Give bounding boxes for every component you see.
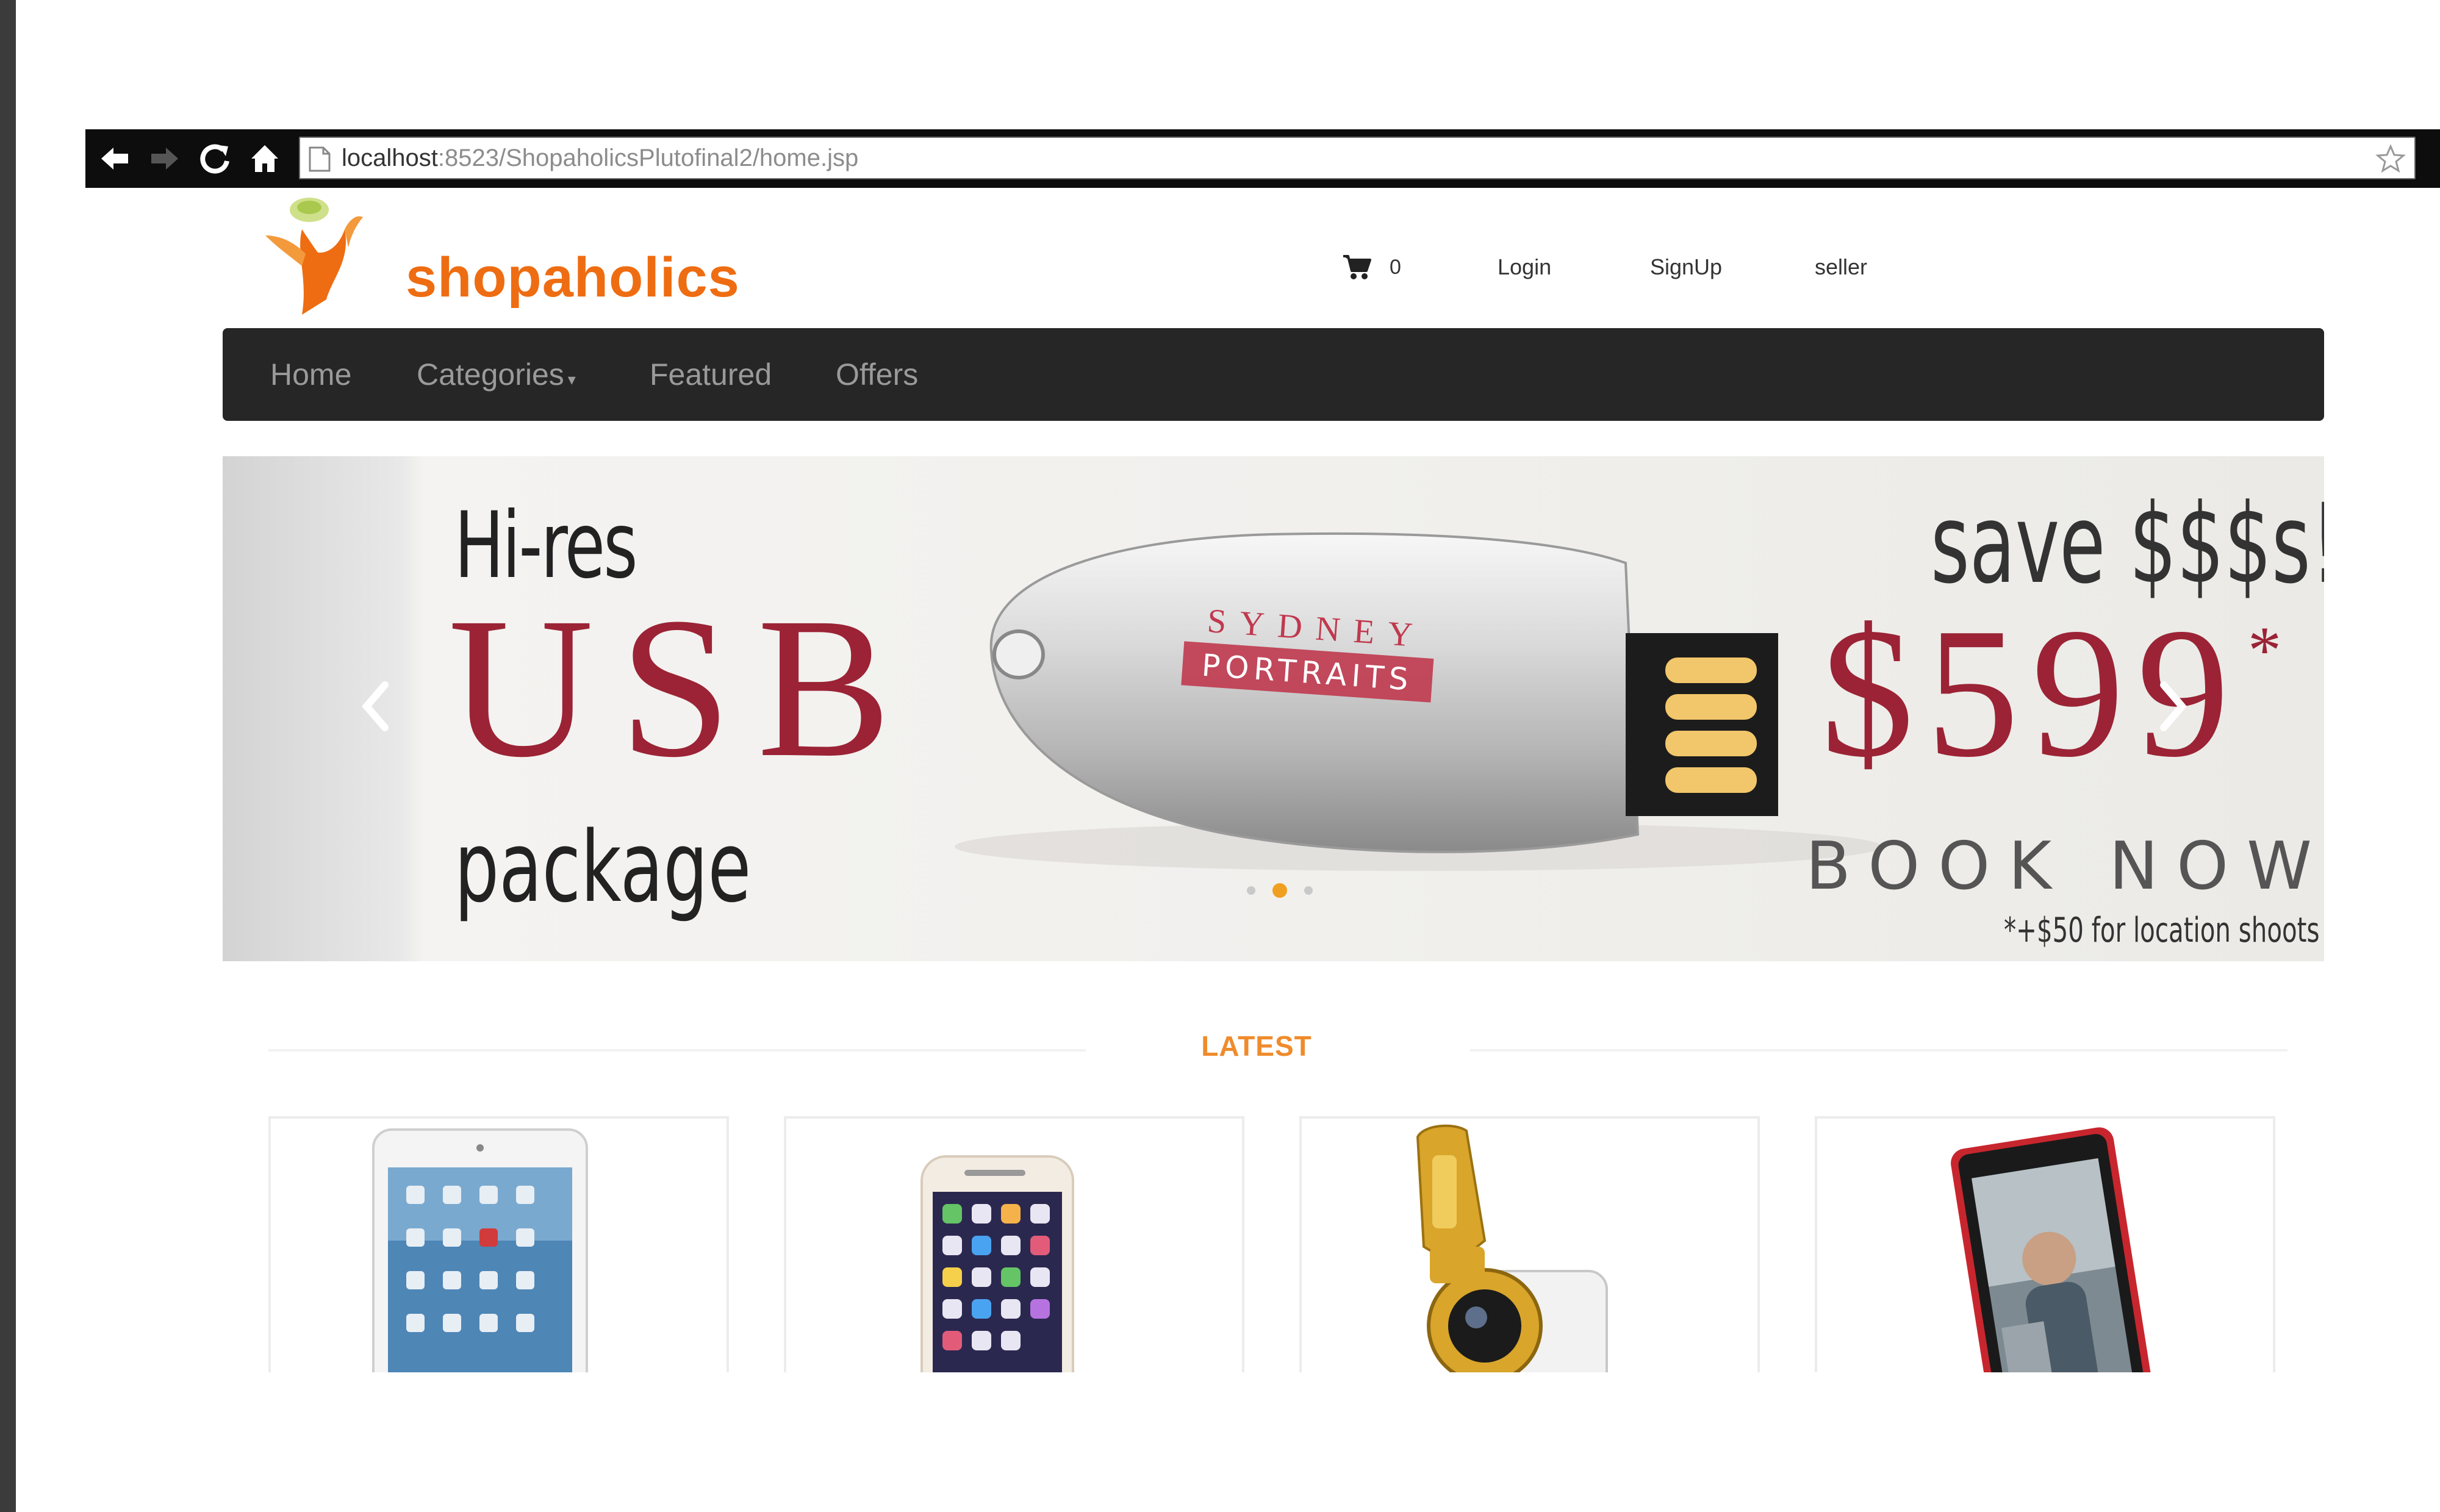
carousel-dot-1[interactable] [1247,886,1255,895]
promo-carousel[interactable]: SYDNEY PORTRAITS Hi-res USB package save… [223,456,2324,961]
carousel-dot-2[interactable] [1272,883,1287,898]
banner-price-asterisk: * [2248,613,2281,687]
nav-categories-label: Categories [417,357,564,392]
nav-offers[interactable]: Offers [836,328,918,421]
reload-icon[interactable] [196,140,233,177]
cart-link[interactable]: 0 [1342,249,1401,285]
product-card-clip-lens[interactable] [1299,1116,1760,1372]
tablet-image [372,1128,588,1372]
main-navbar: Home Categories ▾ Featured Offers [223,328,2324,421]
carousel-next-icon[interactable] [2155,673,2192,740]
carousel-dot-3[interactable] [1304,886,1313,895]
carousel-indicators [1238,883,1321,898]
page-icon [309,146,331,172]
window-left-edge [0,0,16,1512]
nav-featured[interactable]: Featured [650,328,772,421]
smartphone-image [920,1155,1074,1372]
web-page: shopaholics 0 Login SignUp seller Home C… [85,188,2440,1372]
cart-icon [1343,255,1371,279]
carousel-prev-icon[interactable] [357,673,393,740]
header-links: 0 Login SignUp seller [85,249,2440,285]
forward-arrow-icon[interactable] [146,140,183,177]
banner-footnote: *+$50 for location shoots [2004,911,2320,950]
login-link[interactable]: Login [1498,249,1551,285]
latest-divider-left [268,1049,1086,1052]
address-bar[interactable]: localhost:8523/ShopaholicsPlutofinal2/ho… [299,137,2416,179]
cart-count: 0 [1390,255,1401,279]
clip-lens-image [1416,1124,1608,1372]
url-text: localhost:8523/ShopaholicsPlutofinal2/ho… [342,145,859,171]
latest-divider-right [1470,1049,2288,1052]
banner-line-3: package [454,810,752,924]
home-icon[interactable] [246,140,283,177]
browser-toolbar: localhost:8523/ShopaholicsPlutofinal2/ho… [85,129,2440,188]
nav-home[interactable]: Home [270,328,351,421]
latest-heading: LATEST [1201,1030,1312,1062]
banner-cta-text: BOOK NOW [1806,828,2324,905]
bookmark-star-icon[interactable] [2375,144,2406,174]
back-arrow-icon[interactable] [96,140,133,177]
red-tablet-image [1951,1127,2153,1372]
banner-line-2: USB [448,576,917,799]
caret-down-icon: ▾ [567,370,576,389]
product-card-tablet[interactable] [268,1116,729,1372]
nav-categories[interactable]: Categories ▾ [417,328,576,426]
product-card-tablet-red[interactable] [1815,1116,2275,1372]
product-card-smartphone[interactable] [784,1116,1244,1372]
signup-link[interactable]: SignUp [1650,249,1722,285]
seller-link[interactable]: seller [1815,249,1867,285]
